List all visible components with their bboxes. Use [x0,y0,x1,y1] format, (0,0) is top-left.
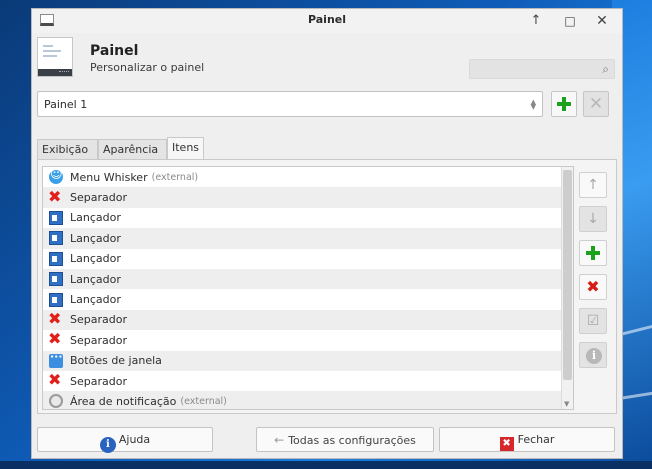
move-up-button[interactable]: ↑ [579,172,607,198]
page-title: Painel [90,43,139,59]
tab-display[interactable]: Exibição [37,139,98,159]
edit-item-button[interactable]: ☑ [579,308,607,334]
list-item[interactable]: Separador [43,309,573,331]
panel-selector-row: Painel 1 ▲ ▼ ✕ [37,91,617,117]
launcher-icon [49,292,63,307]
item-label: Lançador [70,211,121,225]
remove-panel-button[interactable]: ✕ [583,91,609,117]
scroll-down-icon[interactable]: ▼ [564,400,569,408]
item-extra: (external) [151,171,199,183]
items-list[interactable]: Menu Whisker (external) Separador Lançad… [42,166,574,410]
x-icon: ✖ [586,277,600,296]
item-label: Separador [70,333,127,347]
info-icon: i [99,437,116,453]
move-down-button[interactable]: ↓ [579,206,607,232]
panel-select-value: Painel 1 [44,98,88,111]
taskbar-strip [0,461,652,469]
close-label: Fechar [517,433,555,446]
list-item[interactable]: Lançador [43,208,573,228]
remove-item-button[interactable]: ✖ [579,274,607,300]
notification-area-icon [49,394,63,409]
launcher-icon [49,251,63,266]
info-icon: i [586,348,602,364]
whisker-icon [49,167,63,185]
x-icon: ✕ [588,94,604,114]
edit-icon: ☑ [586,313,600,329]
keep-above-button[interactable]: ↑ [522,11,550,31]
item-label: Botões de janela [70,354,162,368]
add-item-button[interactable] [579,240,607,266]
list-item[interactable]: Separador [43,370,573,391]
close-icon: ✖ [499,437,514,451]
title-bar[interactable]: Painel ↑ □ ✕ [32,9,622,33]
list-item[interactable]: Lançador [43,289,573,309]
close-button[interactable]: ✖ Fechar [439,427,615,452]
all-settings-button[interactable]: ← Todas as configurações [256,427,434,452]
items-tab-content: Menu Whisker (external) Separador Lançad… [37,159,617,414]
help-button[interactable]: i Ajuda [37,427,213,453]
separator-x-icon [48,329,63,348]
icon-line [43,50,61,52]
panel-settings-window: Painel ↑ □ ✕ Painel Personalizar o paine… [31,8,623,459]
separator-x-icon [48,187,63,206]
panel-select[interactable]: Painel 1 ▲ ▼ [37,91,543,117]
scrollbar-thumb[interactable] [563,170,572,380]
separator-x-icon [48,309,63,328]
window-buttons-icon [49,350,63,368]
dialog-footer: i Ajuda ← Todas as configurações ✖ Fechar [37,427,617,453]
list-item[interactable]: Área de notificação (external) [43,391,573,409]
arrow-up-icon: ↑ [587,177,599,193]
plus-icon [557,97,571,111]
item-label: Lançador [70,272,121,286]
item-label: Lançador [70,293,121,307]
separator-x-icon [48,370,63,389]
list-item[interactable]: Botões de janela [43,350,573,371]
icon-line [43,55,57,57]
item-label: Lançador [70,252,121,266]
list-item[interactable]: Lançador [43,228,573,249]
launcher-icon [49,272,63,287]
item-label: Área de notificação [70,394,177,408]
arrow-down-icon: ↓ [587,211,599,227]
launcher-icon [49,210,63,225]
page-subtitle: Personalizar o painel [90,61,205,74]
plus-icon [586,246,600,260]
item-label: Separador [70,313,127,327]
list-item[interactable]: Separador [43,329,573,350]
list-item[interactable]: Separador [43,187,573,208]
search-icon[interactable]: ⌕ [602,62,609,77]
item-label: Separador [70,374,127,388]
list-item[interactable]: Lançador [43,268,573,290]
add-panel-button[interactable] [551,91,577,117]
select-arrows-icon: ▲ ▼ [530,98,536,111]
icon-line [43,45,53,47]
about-item-button[interactable]: i [579,342,607,368]
dialog-header: Painel Personalizar o painel ⌕ [32,33,622,83]
item-extra: (external) [180,395,227,407]
help-label: Ajuda [118,433,151,446]
tab-items[interactable]: Itens [167,137,204,159]
close-window-button[interactable]: ✕ [588,11,616,31]
icon-dots [59,71,69,74]
list-item[interactable]: Lançador [43,249,573,269]
launcher-icon [49,231,63,246]
search-input[interactable]: ⌕ [469,59,615,79]
list-scrollbar[interactable]: ▼ [561,167,573,409]
maximize-button[interactable]: □ [556,11,584,31]
item-label: Menu Whisker [70,170,148,184]
item-label: Separador [70,191,127,205]
tab-appearance[interactable]: Aparência [98,139,167,159]
list-item[interactable]: Menu Whisker (external) [43,167,573,187]
arrow-left-icon: ← [274,433,285,447]
item-label: Lançador [70,231,121,245]
all-settings-label: Todas as configurações [288,434,416,447]
panel-preferences-icon [37,37,73,77]
